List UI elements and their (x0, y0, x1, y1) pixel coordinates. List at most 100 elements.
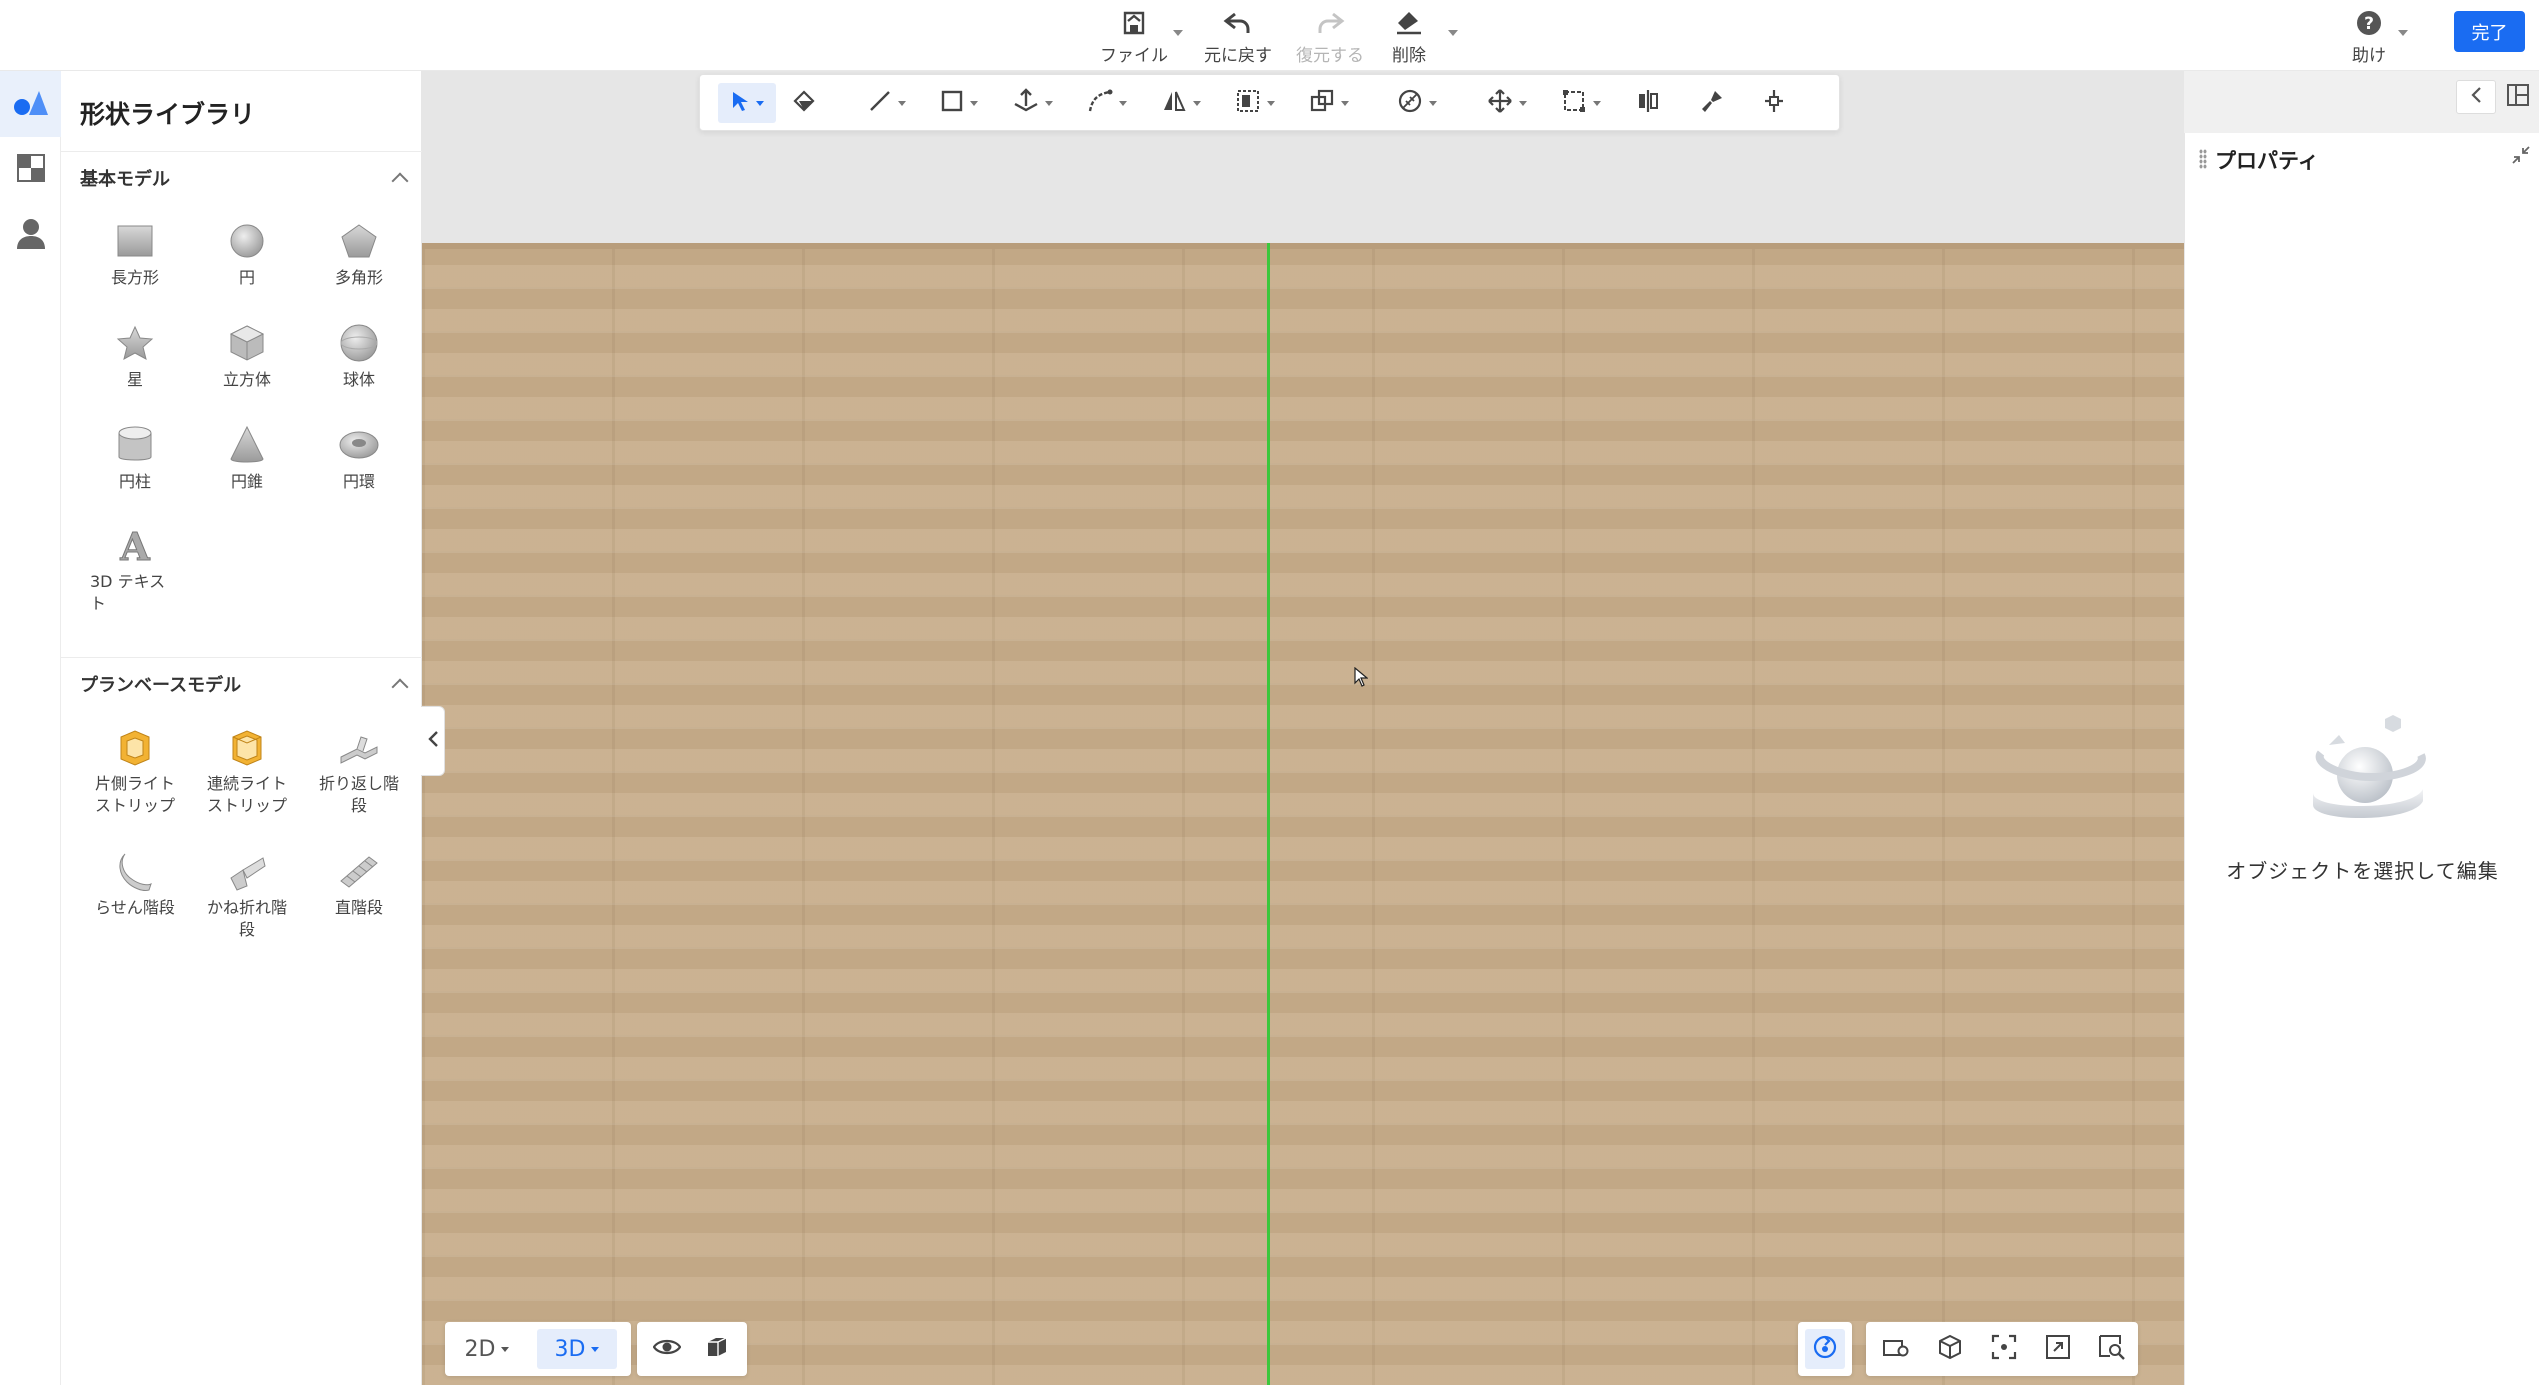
camera-settings-button[interactable] (1876, 1329, 1916, 1369)
done-button[interactable]: 完了 (2454, 11, 2525, 52)
cube-view-button[interactable] (1930, 1329, 1970, 1369)
layout-toggle-button[interactable] (2500, 80, 2536, 114)
shape-label: らせん階段 (95, 898, 175, 917)
zoom-search-button[interactable] (2092, 1329, 2132, 1369)
switchback-stairs-icon (337, 725, 381, 769)
chevron-down-icon (1341, 100, 1349, 106)
left-icon-rail (0, 71, 61, 1385)
pan-tool-button[interactable] (1754, 83, 1794, 123)
help-icon: ? (2352, 6, 2386, 39)
fit-view-button[interactable] (1984, 1329, 2024, 1369)
scale-tool-button[interactable] (1554, 83, 1608, 123)
shape-continuous-light-strip[interactable]: 連続ライトストリップ (191, 713, 303, 837)
shape-cone[interactable]: 円錐 (191, 411, 303, 513)
array-tool-button[interactable] (1228, 83, 1282, 123)
orbit-snap-button[interactable] (1805, 1329, 1845, 1369)
shape-circle[interactable]: 円 (191, 207, 303, 309)
shape-label: 星 (126, 370, 143, 389)
view-3d-button[interactable]: 3D (537, 1329, 617, 1369)
focus-frame-icon (1991, 1334, 2017, 1364)
chevron-left-icon (2470, 86, 2482, 108)
mirror-icon (1161, 88, 1187, 118)
delete-button[interactable]: 削除 (1354, 6, 1464, 66)
move-arrows-icon (1487, 88, 1513, 118)
sphere-icon (337, 321, 381, 365)
drag-handle-icon[interactable] (2199, 149, 2207, 169)
arrow-cursor-icon (730, 90, 750, 116)
material-tool-button[interactable] (1390, 83, 1444, 123)
camera-snap-control (1798, 1322, 1852, 1376)
rectangle-tool-button[interactable] (932, 83, 986, 123)
chevron-down-icon (1193, 100, 1201, 106)
select-tool-button[interactable] (718, 83, 776, 123)
paint-bucket-icon (791, 88, 817, 118)
view-2d-button[interactable]: 2D (453, 1329, 521, 1369)
shape-cube[interactable]: 立方体 (191, 309, 303, 411)
mirror-tool-button[interactable] (1154, 83, 1208, 123)
library-title: 形状ライブラリ (80, 100, 256, 129)
shape-torus[interactable]: 円環 (303, 411, 415, 513)
square-icon (940, 89, 964, 117)
camera-controls (1866, 1322, 2138, 1376)
paint-tool-button[interactable] (784, 83, 824, 123)
chevron-up-icon (391, 172, 409, 190)
shapes-icon (13, 87, 49, 121)
shape-rectangle[interactable]: 長方形 (79, 207, 191, 309)
rail-shape-library[interactable] (0, 71, 61, 137)
shape-switchback-stairs[interactable]: 折り返し階段 (303, 713, 415, 837)
combine-tool-button[interactable] (1302, 83, 1356, 123)
push-pull-tool-button[interactable] (1006, 83, 1060, 123)
shape-sphere[interactable]: 球体 (303, 309, 415, 411)
divider (61, 151, 422, 152)
rail-material-library[interactable] (0, 137, 61, 203)
shape-star[interactable]: 星 (79, 309, 191, 411)
line-tool-button[interactable] (860, 83, 914, 123)
file-menu-button[interactable]: ファイル (1079, 6, 1189, 66)
section-plan-models[interactable]: プランベースモデル (80, 667, 410, 701)
empty-selection-message: オブジェクトを選択して編集 (2226, 859, 2499, 883)
shape-label: 円 (238, 268, 255, 287)
shape-cylinder[interactable]: 円柱 (79, 411, 191, 513)
shape-label: 立方体 (222, 370, 271, 389)
rail-user-library[interactable] (0, 203, 61, 269)
undo-icon (1221, 6, 1255, 39)
chevron-down-icon (1267, 100, 1275, 106)
chevron-down-icon (1448, 30, 1458, 36)
cone-icon (225, 423, 269, 467)
collapse-arrows-icon[interactable] (2511, 145, 2531, 169)
shape-label: かね折れ階段 (206, 898, 287, 939)
zoom-region-button[interactable] (2038, 1329, 2078, 1369)
empty-selection-illustration (2303, 703, 2429, 833)
move-tool-button[interactable] (1480, 83, 1534, 123)
eraser-icon (1392, 6, 1426, 39)
help-button[interactable]: ? 助け (2324, 6, 2414, 66)
shape-label: 長方形 (110, 268, 159, 287)
eye-icon (652, 1337, 682, 1361)
top-bar: ファイル 元に戻す 復元する 削除 ? 助け 完了 (0, 0, 2539, 71)
shape-single-light-strip[interactable]: 片側ライトストリップ (79, 713, 191, 837)
align-tool-button[interactable] (1628, 83, 1668, 123)
box-view-button[interactable] (697, 1329, 737, 1369)
shape-l-shaped-stairs[interactable]: かね折れ階段 (191, 837, 303, 961)
l-shaped-stairs-icon (225, 849, 269, 893)
polygon-icon (337, 219, 381, 263)
collapse-properties-button[interactable] (2456, 80, 2496, 114)
section-basic-models[interactable]: 基本モデル (80, 161, 410, 195)
redo-icon (1313, 6, 1347, 39)
shape-3d-text[interactable]: A 3D テキスト (79, 513, 191, 615)
visibility-button[interactable] (647, 1329, 687, 1369)
chevron-down-icon (2398, 30, 2408, 36)
shape-polygon[interactable]: 多角形 (303, 207, 415, 309)
3d-viewport[interactable] (422, 71, 2184, 1385)
path-tool-button[interactable] (1080, 83, 1134, 123)
circle-icon (225, 219, 269, 263)
floor-edge (422, 243, 2184, 249)
chevron-down-icon (591, 1346, 600, 1352)
single-light-strip-icon (113, 725, 157, 769)
shape-library-panel: 形状ライブラリ 基本モデル 長方形 円 多角形 星 立方体 球体 円柱 円錐 円… (61, 71, 422, 1385)
shape-straight-stairs[interactable]: 直階段 (303, 837, 415, 961)
brush-tool-button[interactable] (1692, 83, 1732, 123)
push-pull-icon (1013, 88, 1039, 118)
collapse-library-button[interactable] (421, 706, 445, 776)
shape-spiral-stairs[interactable]: らせん階段 (79, 837, 191, 961)
